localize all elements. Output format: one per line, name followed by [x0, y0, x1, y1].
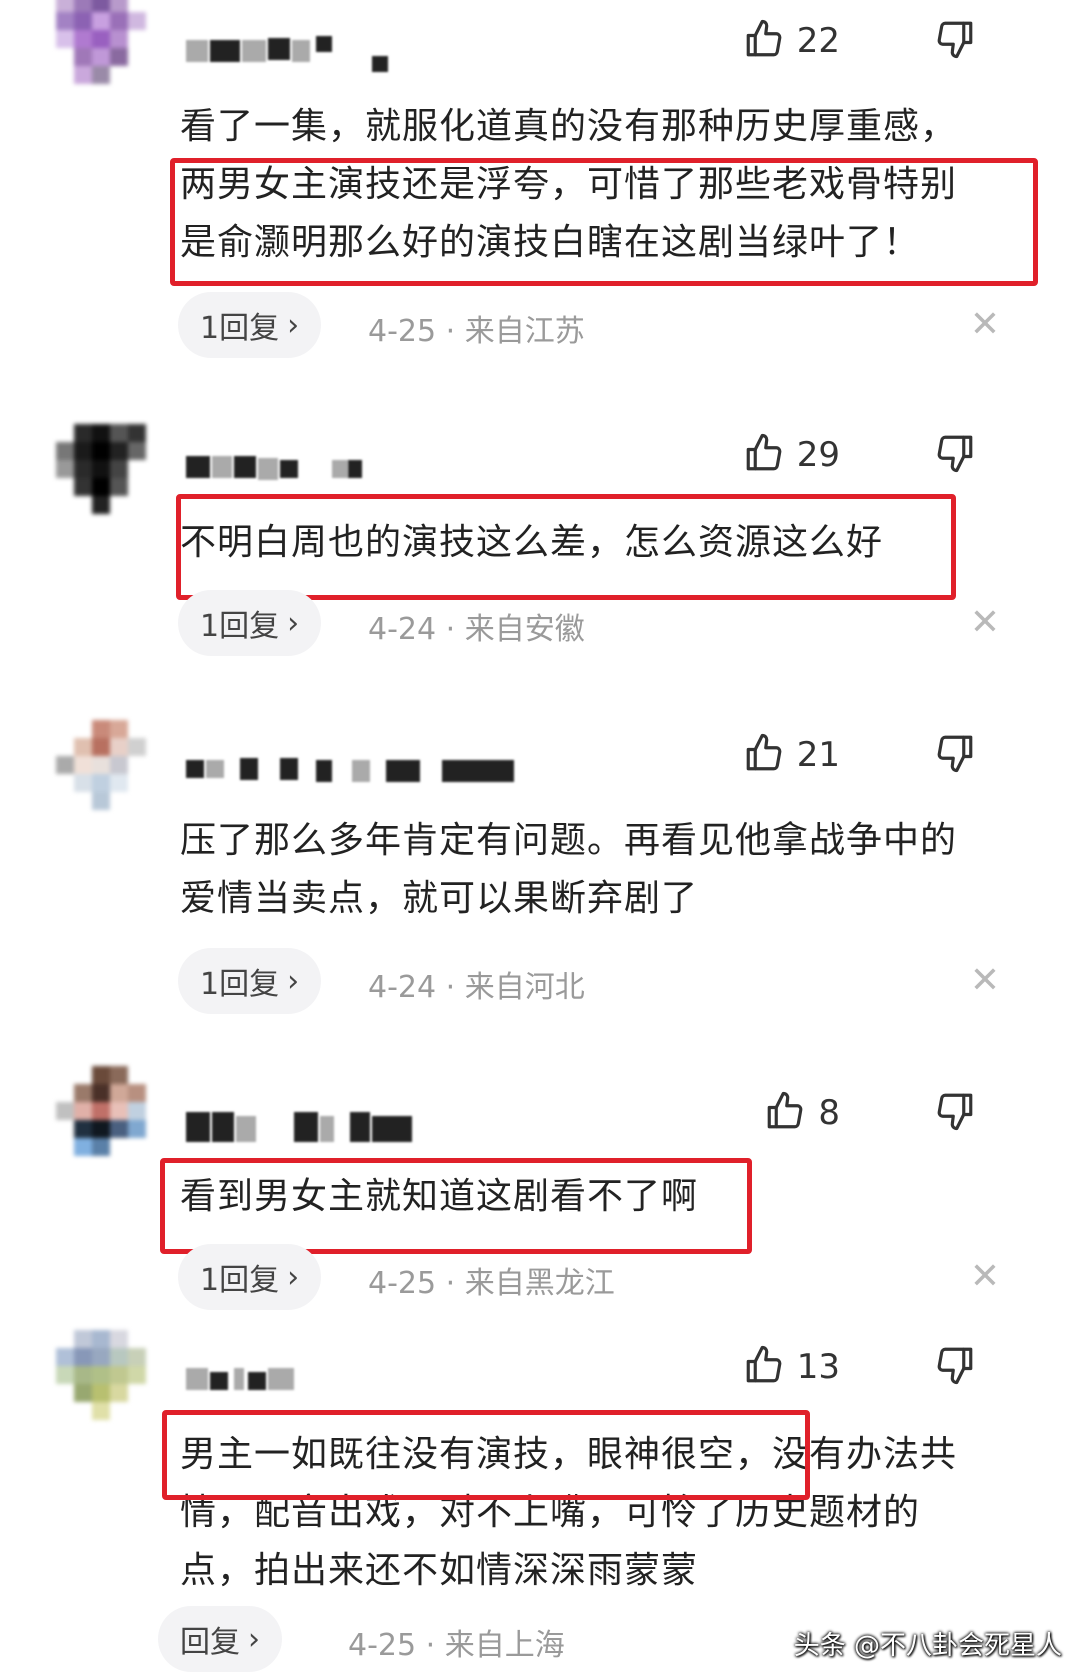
comment-date: 4-25 · 来自江苏 [368, 314, 585, 349]
chevron-right-icon: › [287, 963, 300, 999]
highlight-box [162, 1410, 810, 1500]
reply-button[interactable]: 1回复 › [178, 590, 322, 656]
reply-button[interactable]: 1回复 › [178, 292, 322, 358]
comment-meta: 1回复 › 4-25 · 来自黑龙江 ✕ [178, 1244, 1038, 1310]
comment-text: 压了那么多年肯定有问题。再看见他拿战争中的 爱情当卖点，就可以果断弃剧了 [180, 820, 958, 919]
comment-meta: 1回复 › 4-24 · 来自河北 ✕ [178, 948, 1038, 1014]
like-button[interactable]: 29 [743, 430, 840, 480]
like-button[interactable]: 21 [743, 730, 840, 780]
close-icon[interactable]: ✕ [970, 1256, 1000, 1297]
watermark: 头条 @不八卦会死星人 [793, 1631, 1062, 1661]
highlight-box [160, 1158, 752, 1254]
comment-date: 4-25 · 来自黑龙江 [368, 1266, 615, 1301]
close-icon[interactable]: ✕ [970, 304, 1000, 345]
like-button[interactable]: 8 [764, 1088, 840, 1138]
chevron-right-icon: › [248, 1621, 260, 1657]
comment-meta: 1回复 › 4-25 · 来自江苏 ✕ [178, 292, 1038, 358]
thumbs-up-icon [743, 1344, 785, 1390]
thumbs-down-icon[interactable] [934, 1344, 976, 1390]
avatar[interactable] [56, 720, 148, 812]
username-blurred[interactable] [186, 1108, 546, 1148]
highlight-box [170, 158, 1038, 286]
thumbs-up-icon [743, 732, 785, 778]
like-count: 8 [818, 1093, 840, 1133]
chevron-right-icon: › [287, 1259, 300, 1295]
comment-date: 4-25 · 来自上海 [348, 1628, 565, 1663]
comment-date: 4-24 · 来自河北 [368, 970, 585, 1005]
comment-date: 4-24 · 来自安徽 [368, 612, 585, 647]
username-blurred[interactable] [186, 444, 546, 484]
thumbs-up-icon [743, 432, 785, 478]
reply-button[interactable]: 回复 › [158, 1606, 282, 1672]
like-button[interactable]: 13 [743, 1342, 840, 1392]
like-button[interactable]: 22 [743, 16, 840, 66]
like-count: 21 [796, 735, 840, 775]
username-blurred[interactable] [186, 30, 546, 72]
thumbs-up-icon [743, 18, 785, 64]
close-icon[interactable]: ✕ [970, 960, 1000, 1001]
chevron-right-icon: › [287, 605, 300, 641]
highlight-box [176, 494, 956, 600]
close-icon[interactable]: ✕ [970, 602, 1000, 643]
thumbs-down-icon[interactable] [934, 732, 976, 778]
like-count: 22 [796, 21, 840, 61]
reply-button[interactable]: 1回复 › [178, 1244, 322, 1310]
thumbs-down-icon[interactable] [934, 432, 976, 478]
username-blurred[interactable] [186, 1356, 546, 1396]
comment-meta: 1回复 › 4-24 · 来自安徽 ✕ [178, 590, 1038, 656]
avatar[interactable] [56, 0, 148, 86]
thumbs-down-icon[interactable] [934, 1090, 976, 1136]
avatar[interactable] [56, 424, 148, 516]
like-count: 29 [796, 435, 840, 475]
avatar[interactable] [56, 1066, 148, 1158]
avatar[interactable] [56, 1330, 148, 1422]
reply-button[interactable]: 1回复 › [178, 948, 322, 1014]
thumbs-up-icon [764, 1090, 806, 1136]
chevron-right-icon: › [287, 307, 300, 343]
like-count: 13 [796, 1347, 840, 1387]
username-blurred[interactable] [186, 744, 546, 784]
thumbs-down-icon[interactable] [934, 18, 976, 64]
